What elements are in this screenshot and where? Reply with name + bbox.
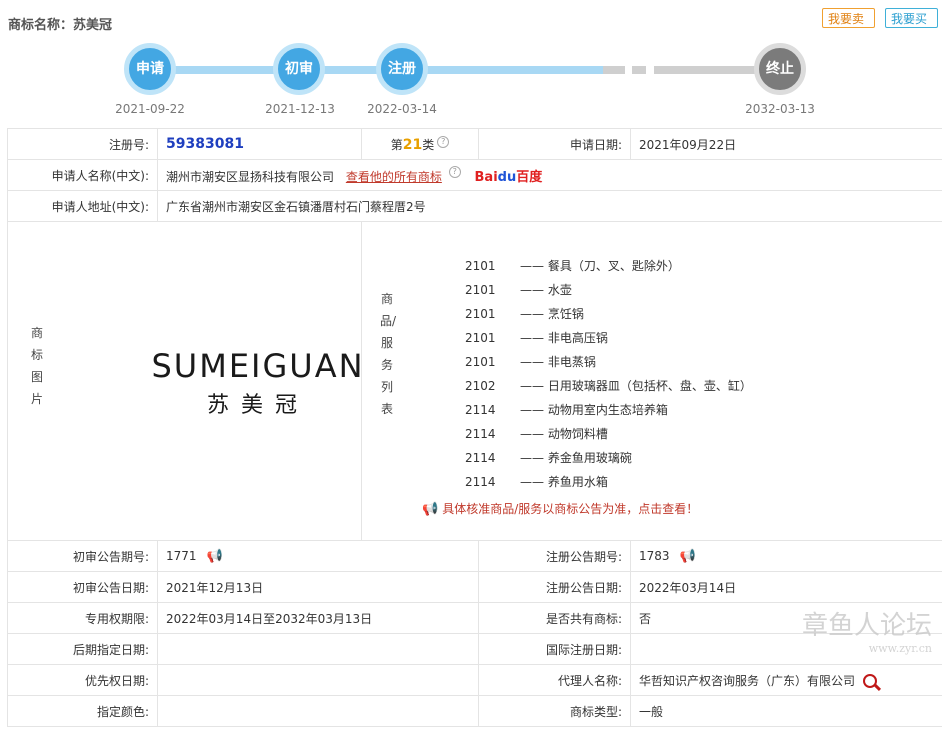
table-row: 申请人地址(中文): 广东省潮州市潮安区金石镇潘厝村石门蔡程厝2号 [7,190,942,222]
goods-label: 商品/服务列表 [380,292,397,416]
exclusive-label: 专用权期限: [7,602,158,634]
help-icon[interactable]: ? [448,165,461,178]
list-item: 2102 —— 日用玻璃器皿（包括杯、盘、壶、缸） [465,378,752,393]
timeline-node-apply: 申请 [124,43,176,95]
later-date-label: 后期指定日期: [7,633,158,665]
goods-list: 2101 —— 餐具（刀、叉、匙除外） 2101 —— 水壶 2101 —— 烹饪锅 … [362,254,942,494]
table-row: 申请人名称(中文): 潮州市潮安区显扬科技有限公司 查看他的所有商标 ? Bai… [7,159,942,191]
prelim-no-cell: 1771 📢 [157,540,479,572]
baidu-cn-text: 百度 [516,169,543,185]
reg-pub-no-value: 1783 [639,548,670,563]
sell-button[interactable]: 我要卖 [822,8,875,28]
timeline-dash [632,66,646,74]
table-row: 初审公告日期: 2021年12月13日 注册公告日期: 2022年03月14日 [7,571,942,603]
priority-value [157,664,479,696]
apply-date-value: 2021年09月22日 [630,128,942,160]
table-row: 优先权日期: 代理人名称: 华哲知识产权咨询服务（广东）有限公司 [7,664,942,696]
list-item: 2101 —— 水壶 [465,282,572,297]
timeline-date-apply: 2021-09-22 [115,102,185,116]
color-value [157,695,479,727]
megaphone-icon[interactable]: 📢 [207,549,223,564]
address-value: 广东省潮州市潮安区金石镇潘厝村石门蔡程厝2号 [157,190,942,222]
list-item: 2101 —— 烹饪锅 [465,306,584,321]
list-item: 2101 —— 非电蒸锅 [465,354,596,369]
status-timeline: 申请 2021-09-22 初审 2021-12-13 注册 2022-03-1… [0,40,942,120]
later-date-value [157,633,479,665]
timeline-date-prelim: 2021-12-13 [265,102,335,116]
color-label: 指定颜色: [7,695,158,727]
trademark-image-cell: 商标图片 SUMEIGUAN 苏美冠 [7,221,363,541]
goods-notice-link[interactable]: 📢 具体核准商品/服务以商标公告为准，点击查看！ [422,500,942,517]
agent-cell: 华哲知识产权咨询服务（广东）有限公司 [630,664,942,696]
exclusive-value: 2022年03月14日至2032年03月13日 [157,602,479,634]
prelim-date-label: 初审公告日期: [7,571,158,603]
timeline-dash [603,66,625,74]
reg-pub-date-value: 2022年03月14日 [630,571,942,603]
list-item: 2114 —— 养鱼用水箱 [465,474,608,489]
reg-pub-no-cell: 1783 📢 [630,540,942,572]
list-item: 2101 —— 非电高压锅 [465,330,608,345]
page-title: 商标名称：苏美冠 [8,18,113,33]
type-label: 商标类型: [478,695,631,727]
list-item: 2114 —— 养金鱼用玻璃碗 [465,450,632,465]
class-suffix: 类 [422,137,435,152]
megaphone-icon: 📢 [422,501,439,517]
reg-no-value: 59383081 [166,136,244,152]
applicant-cell: 潮州市潮安区显扬科技有限公司 查看他的所有商标 ? Baidu百度 [157,159,942,191]
watermark-text: 章鱼人论坛 [801,611,932,641]
class-prefix: 第 [390,137,403,152]
timeline-node-prelim: 初审 [273,43,325,95]
table-row: 初审公告期号: 1771 📢 注册公告期号: 1783 📢 [7,540,942,572]
prelim-no-label: 初审公告期号: [7,540,158,572]
help-icon[interactable]: ? [437,135,450,148]
baidu-search-button[interactable]: Baidu百度 [475,170,543,185]
list-item: 2114 —— 动物用室内生态培养箱 [465,402,668,417]
timeline-node-end: 终止 [754,43,806,95]
apply-date-label: 申请日期: [478,128,631,160]
applicant-label: 申请人名称(中文): [7,159,158,191]
class-cell: 第21类? [361,128,479,160]
watermark: 章鱼人论坛 www.zyr.cn [802,605,932,655]
search-icon[interactable] [863,674,878,688]
reg-pub-date-label: 注册公告日期: [478,571,631,603]
buy-button[interactable]: 我要买 [885,8,938,28]
goods-cell: 商品/服务列表 2101 —— 餐具（刀、叉、匙除外） 2101 —— 水壶 210… [361,221,942,541]
megaphone-icon[interactable]: 📢 [680,549,696,564]
timeline-node-register: 注册 [376,43,428,95]
table-row: 商标图片 SUMEIGUAN 苏美冠 商品/服务列表 2101 —— 餐具（刀、叉… [7,221,942,541]
baidu-logo-text: Bai [474,169,498,185]
timeline-date-register: 2022-03-14 [367,102,437,116]
shared-label: 是否共有商标: [478,602,631,634]
table-row: 注册号: 59383081 第21类? 申请日期: 2021年09月22日 [7,128,942,160]
list-item: 2101 —— 餐具（刀、叉、匙除外） [465,258,680,273]
intl-date-label: 国际注册日期: [478,633,631,665]
prelim-no-value: 1771 [166,548,197,563]
list-item: 2114 —— 动物饲料槽 [465,426,608,441]
table-row: 指定颜色: 商标类型: 一般 [7,695,942,727]
baidu-paw-icon: du [497,169,517,185]
class-number: 21 [402,136,423,153]
type-value: 一般 [630,695,942,727]
priority-label: 优先权日期: [7,664,158,696]
image-label: 商标图片 [30,326,43,406]
reg-no-label: 注册号: [7,128,158,160]
timeline-date-end: 2032-03-13 [745,102,815,116]
watermark-url: www.zyr.cn [868,642,932,655]
applicant-value: 潮州市潮安区显扬科技有限公司 [166,169,335,184]
all-marks-link[interactable]: 查看他的所有商标 [346,170,442,184]
reg-pub-no-label: 注册公告期号: [478,540,631,572]
address-label: 申请人地址(中文): [7,190,158,222]
agent-label: 代理人名称: [478,664,631,696]
prelim-date-value: 2021年12月13日 [157,571,479,603]
agent-value: 华哲知识产权咨询服务（广东）有限公司 [639,673,856,688]
